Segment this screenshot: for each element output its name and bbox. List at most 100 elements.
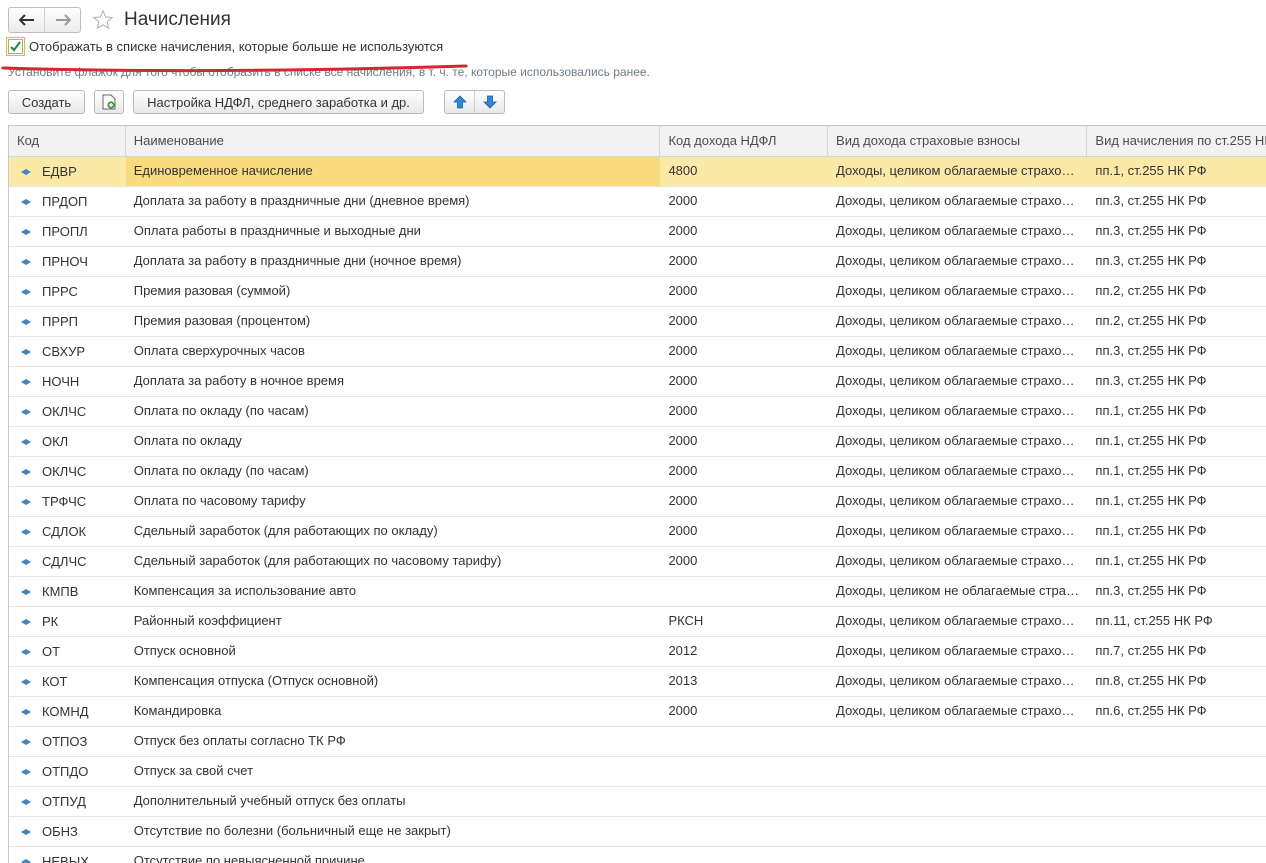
table-row[interactable]: ПРРППремия разовая (процентом)2000Доходы… (9, 307, 1266, 337)
column-header-code[interactable]: Код (9, 126, 126, 156)
favorite-star-icon[interactable] (92, 9, 114, 31)
table-row[interactable]: ОТПУДДополнительный учебный отпуск без о… (9, 787, 1266, 817)
table-row[interactable]: ПРДОП Доплата за работу в праздничные дни… (9, 187, 1266, 217)
red-underline-annotation (0, 60, 470, 76)
table-row[interactable]: ОКЛЧСОплата по окладу (по часам)2000Дохо… (9, 457, 1266, 487)
column-header-name[interactable]: Наименование (126, 126, 661, 156)
cell-insurance-type (828, 847, 1087, 863)
table-row[interactable]: РКРайонный коэффициентРКСНДоходы, целико… (9, 607, 1266, 637)
cell-code-text: ПРДОП (42, 188, 87, 216)
forward-button[interactable] (44, 8, 80, 32)
cell-ndfl-code (660, 757, 828, 786)
cell-ndfl-code (660, 577, 828, 606)
table-row[interactable]: КМПВ Компенсация за использование авто Дох… (9, 577, 1266, 607)
move-up-button[interactable] (445, 91, 474, 113)
cell-ndfl-code: 2000 (660, 217, 828, 246)
table-row[interactable]: НЕВЫХОтсутствие по невыясненной причине (9, 847, 1266, 863)
move-down-button[interactable] (474, 91, 504, 113)
cell-code: СВХУР (9, 337, 126, 366)
table-row[interactable]: ПРНОЧДоплата за работу в праздничные дни… (9, 247, 1266, 277)
table-row[interactable]: ОКЛОплата по окладу2000Доходы, целиком о… (9, 427, 1266, 457)
page-title: Начисления (124, 9, 231, 31)
accrual-diamond-icon (21, 617, 31, 627)
create-button[interactable]: Создать (8, 90, 85, 114)
document-add-icon (102, 94, 116, 110)
table-row[interactable]: СДЛЧССдельный заработок (для работающих … (9, 547, 1266, 577)
cell-name: Единовременное начисление (126, 157, 661, 186)
table-row[interactable]: ОТПОЗОтпуск без оплаты согласно ТК РФ (9, 727, 1266, 757)
table-row[interactable]: ЕДВРЕдиновременное начисление4800Доходы,… (9, 157, 1266, 187)
cell-code-text: СДЛОК (42, 518, 86, 546)
table-row[interactable]: ОБНЗОтсутствие по болезни (больничный ещ… (9, 817, 1266, 847)
cell-ndfl-code: 2000 (660, 397, 828, 426)
cell-code-text: КМПВ (42, 578, 78, 606)
column-header-ndfl-code[interactable]: Код дохода НДФЛ (660, 126, 828, 156)
table-row[interactable]: ТРФЧСОплата по часовому тарифу2000Доходы… (9, 487, 1266, 517)
cell-art255: пп.1, ст.255 НК РФ (1087, 157, 1266, 186)
cell-insurance-type: Доходы, целиком облагаемые страхо… (828, 487, 1087, 516)
table-row[interactable]: ПРОПЛОплата работы в праздничные и выход… (9, 217, 1266, 247)
cell-ndfl-code: 2000 (660, 547, 828, 576)
cell-insurance-type: Доходы, целиком облагаемые страхо… (828, 697, 1087, 726)
cell-insurance-type: Доходы, целиком облагаемые страхо… (828, 307, 1087, 336)
ndfl-settings-button[interactable]: Настройка НДФЛ, среднего заработка и др. (133, 90, 424, 114)
cell-name: Доплата за работу в праздничные дни (дне… (126, 187, 661, 216)
arrow-left-icon (19, 14, 35, 26)
cell-code: ОТ (9, 637, 126, 666)
show-unused-row: Отображать в списке начисления, которые … (8, 39, 443, 54)
cell-name: Отпуск за свой счет (126, 757, 661, 786)
column-header-art255[interactable]: Вид начисления по ст.255 НК РФ (1087, 126, 1266, 156)
cell-name: Премия разовая (суммой) (126, 277, 661, 306)
cell-art255 (1087, 847, 1266, 863)
cell-code: КОТ (9, 667, 126, 696)
cell-name: Отпуск основной (126, 637, 661, 666)
table-row[interactable]: КОТКомпенсация отпуска (Отпуск основной)… (9, 667, 1266, 697)
cell-insurance-type (828, 727, 1087, 756)
cell-ndfl-code: 2000 (660, 337, 828, 366)
cell-ndfl-code: 2000 (660, 487, 828, 516)
cell-insurance-type: Доходы, целиком облагаемые страхо… (828, 667, 1087, 696)
cell-code-text: ОБНЗ (42, 818, 78, 846)
cell-code: ОТПДО (9, 757, 126, 786)
create-copy-button[interactable] (94, 90, 124, 114)
show-unused-checkbox[interactable] (8, 39, 23, 54)
accrual-diamond-icon (21, 827, 31, 837)
column-header-insurance-type[interactable]: Вид дохода страховые взносы (828, 126, 1087, 156)
cell-insurance-type: Доходы, целиком облагаемые страхо… (828, 187, 1087, 216)
table-row[interactable]: ОТПДООтпуск за свой счет (9, 757, 1266, 787)
cell-ndfl-code: РКСН (660, 607, 828, 636)
back-button[interactable] (9, 8, 44, 32)
cell-insurance-type: Доходы, целиком облагаемые страхо… (828, 337, 1087, 366)
table-row[interactable]: ОТОтпуск основной2012Доходы, целиком обл… (9, 637, 1266, 667)
cell-code: ЕДВР (9, 157, 126, 186)
cell-code-text: СДЛЧС (42, 548, 87, 576)
cell-code: РК (9, 607, 126, 636)
arrow-right-icon (55, 14, 71, 26)
cell-code: СДЛОК (9, 517, 126, 546)
cell-art255: пп.2, ст.255 НК РФ (1087, 307, 1266, 336)
cell-ndfl-code: 2013 (660, 667, 828, 696)
table-row[interactable]: ОКЛЧСОплата по окладу (по часам)2000Дохо… (9, 397, 1266, 427)
table-row[interactable]: СВХУРОплата сверхурочных часов2000Доходы… (9, 337, 1266, 367)
cell-art255: пп.3, ст.255 НК РФ (1087, 337, 1266, 366)
cell-art255: пп.3, ст.255 НК РФ (1087, 217, 1266, 246)
cell-code-text: ПРРС (42, 278, 78, 306)
arrow-down-icon (483, 95, 497, 109)
accrual-diamond-icon (21, 677, 31, 687)
cell-art255: пп.2, ст.255 НК РФ (1087, 277, 1266, 306)
cell-code-text: РК (42, 608, 58, 636)
cell-insurance-type: Доходы, целиком облагаемые страхо… (828, 427, 1087, 456)
table-row[interactable]: КОМНДКомандировка2000Доходы, целиком обл… (9, 697, 1266, 727)
cell-name: Компенсация за использование авто (126, 577, 661, 606)
cell-art255: пп.11, ст.255 НК РФ (1087, 607, 1266, 636)
table-row[interactable]: НОЧНДоплата за работу в ночное время2000… (9, 367, 1266, 397)
cell-name: Оплата сверхурочных часов (126, 337, 661, 366)
cell-insurance-type: Доходы, целиком не облагаемые стра… (828, 577, 1087, 606)
cell-ndfl-code (660, 817, 828, 846)
accrual-diamond-icon (21, 167, 31, 177)
table-row[interactable]: СДЛОКСдельный заработок (для работающих … (9, 517, 1266, 547)
table-row[interactable]: ПРРСПремия разовая (суммой)2000Доходы, ц… (9, 277, 1266, 307)
show-unused-label[interactable]: Отображать в списке начисления, которые … (29, 39, 443, 54)
accrual-diamond-icon (21, 647, 31, 657)
cell-ndfl-code: 2000 (660, 307, 828, 336)
